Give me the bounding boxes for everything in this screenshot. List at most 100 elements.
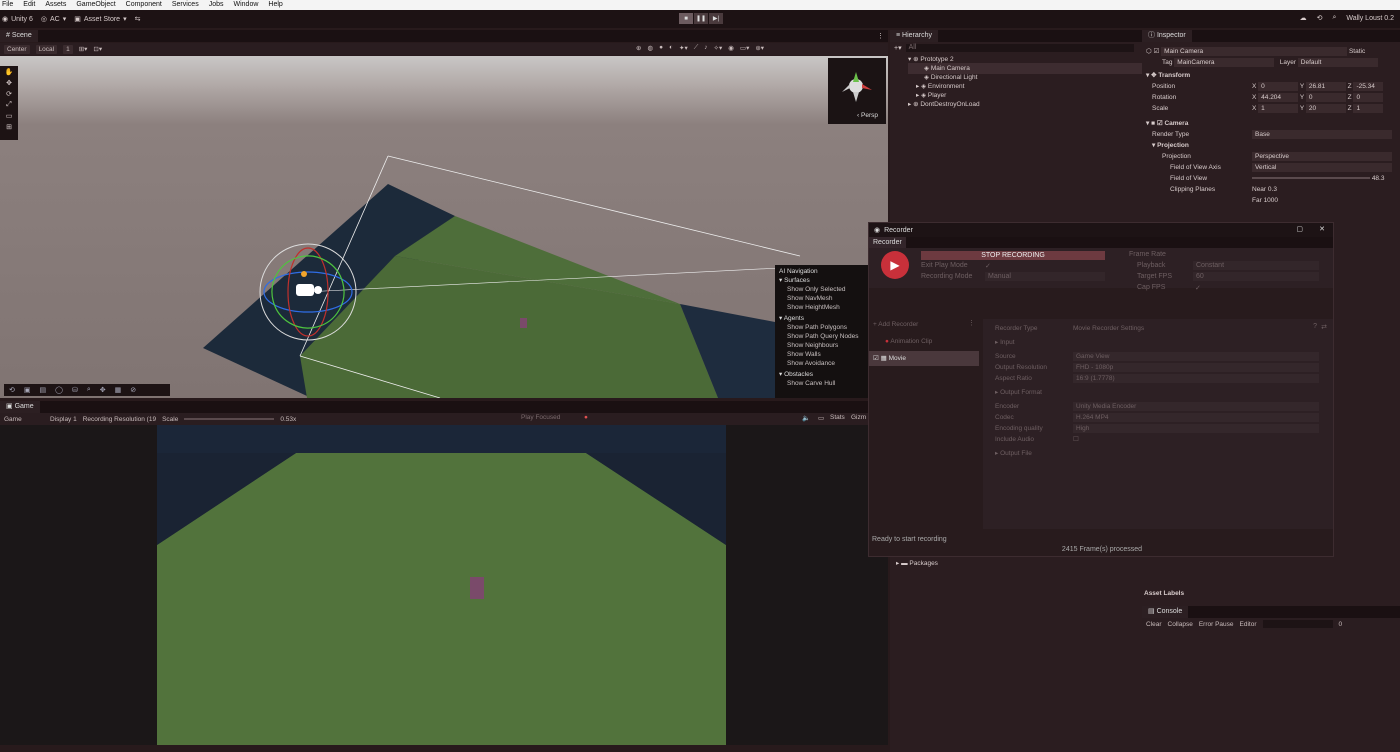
mute-audio-icon[interactable]: 🔈 [802, 414, 810, 422]
rect-tool-icon[interactable]: ▭ [6, 112, 13, 120]
nav-icon-2[interactable]: ▣ [24, 386, 31, 394]
menu-window[interactable]: Window [234, 0, 259, 10]
stats-button[interactable]: Stats [830, 414, 845, 421]
effects-icon[interactable]: ✦▾ [679, 44, 688, 52]
space-dropdown[interactable]: Local [35, 44, 58, 54]
camera-enabled-checkbox[interactable]: ☑ [1157, 120, 1163, 127]
close-icon[interactable]: ✕ [1319, 225, 1325, 233]
rotate-tool-icon[interactable]: ⟳ [6, 90, 12, 98]
hierarchy-search-input[interactable]: All [905, 44, 1134, 52]
nav-icon-5[interactable]: ⛁ [72, 386, 78, 394]
menu-jobs[interactable]: Jobs [209, 0, 224, 10]
ac-button[interactable]: ◎ AC ▾ [41, 15, 66, 24]
clear-button[interactable]: Clear [1146, 621, 1162, 628]
tab-hierarchy[interactable]: ≡ Hierarchy [890, 30, 938, 42]
menu-gameobject[interactable]: GameObject [76, 0, 115, 10]
rotation-y-field[interactable]: 0 [1305, 93, 1346, 102]
recorder-item-movie[interactable]: ☑ ▦ Movie [869, 351, 979, 366]
tag-dropdown[interactable]: MainCamera [1174, 58, 1275, 67]
resolution-dropdown[interactable]: Recording Resolution (19 [83, 416, 156, 423]
shading-icon[interactable]: ● [659, 44, 663, 52]
stop-recording-button[interactable]: STOP RECORDING [921, 251, 1105, 260]
menu-help[interactable]: Help [268, 0, 282, 10]
encoder-dropdown[interactable]: Unity Media Encoder [1073, 402, 1319, 411]
position-x-field[interactable]: 0 [1258, 82, 1299, 91]
more-options-icon[interactable]: ⋮ [877, 32, 884, 40]
transform-header[interactable]: ▾ ✥ Transform [1146, 70, 1396, 81]
add-icon[interactable]: +▾ [894, 44, 902, 52]
audio-icon[interactable]: ♪ [704, 44, 707, 52]
menu-services[interactable]: Services [172, 0, 199, 10]
nav-icon-8[interactable]: ▦ [115, 386, 122, 394]
stop-button[interactable]: ■ [679, 13, 693, 24]
movie-enabled-checkbox[interactable]: ☑ [873, 355, 879, 362]
version-control-icon[interactable]: ⇆ [135, 15, 141, 23]
2d-toggle-icon[interactable]: ⟋ [694, 44, 699, 52]
projection-section[interactable]: ▾ Projection [1146, 140, 1396, 151]
fov-slider[interactable] [1252, 177, 1370, 180]
codec-dropdown[interactable]: H.264 MP4 [1073, 413, 1319, 422]
output-resolution-dropdown[interactable]: FHD - 1080p [1073, 363, 1319, 372]
editor-dropdown[interactable]: Editor [1240, 621, 1257, 628]
pause-button[interactable]: ❚❚ [694, 13, 708, 24]
fov-axis-dropdown[interactable]: Vertical [1252, 163, 1392, 172]
nav-icon-9[interactable]: ⊘ [130, 386, 136, 394]
gizmos-icon[interactable]: ⊛▾ [755, 44, 764, 52]
source-dropdown[interactable]: Game View [1073, 352, 1319, 361]
encoding-quality-dropdown[interactable]: High [1073, 424, 1319, 433]
layer-dropdown[interactable]: Default [1297, 58, 1378, 67]
position-z-field[interactable]: -25.34 [1353, 82, 1384, 91]
move-tool-icon[interactable]: ✥ [6, 79, 12, 87]
help-icon[interactable]: ? [1313, 323, 1317, 330]
scene-view[interactable]: ‹ Persp ✋ ✥ ⟳ ⤢ ▭ ⊞ ⟲ ▣ ▤ ◯ ⛁ ⌕ ✥ ▦ ⊘ AI Navigat… [0, 56, 888, 398]
scale-y-field[interactable]: 20 [1305, 104, 1346, 113]
settings-icon[interactable]: ⇄ [1321, 323, 1327, 331]
target-fps-dropdown[interactable]: 60 [1193, 272, 1319, 281]
asset-labels-header[interactable]: Asset Labels [1144, 588, 1184, 599]
nav-icon-1[interactable]: ⟲ [9, 386, 15, 394]
nav-icon-6[interactable]: ⌕ [87, 386, 91, 394]
message-count[interactable]: 0 [1339, 621, 1343, 628]
error-pause-button[interactable]: Error Pause [1199, 621, 1234, 628]
camera-settings-icon[interactable]: ▭▾ [740, 44, 749, 52]
menu-assets[interactable]: Assets [45, 0, 66, 10]
tab-game[interactable]: ▣ Game [0, 401, 40, 413]
camera-header[interactable]: ▾ ■ ☑ Camera [1146, 118, 1396, 129]
scale-x-field[interactable]: 1 [1258, 104, 1299, 113]
maximize-icon[interactable]: ▢ [1296, 225, 1303, 233]
globe-icon[interactable]: ◍ [647, 44, 653, 52]
step-button[interactable]: ▶| [709, 13, 723, 24]
draw-mode-icon[interactable]: ◐ [669, 44, 673, 52]
menu-edit[interactable]: Edit [23, 0, 35, 10]
far-field[interactable]: 1000 [1264, 197, 1278, 204]
tab-console[interactable]: ▤ Console [1142, 606, 1189, 618]
nav-icon-4[interactable]: ◯ [55, 386, 63, 394]
hidden-objects-icon[interactable]: ◉ [728, 44, 734, 52]
menu-file[interactable]: File [2, 0, 13, 10]
orientation-gizmo[interactable]: ‹ Persp [828, 58, 886, 124]
rotation-z-field[interactable]: 0 [1353, 93, 1384, 102]
collapse-button[interactable]: Collapse [1168, 621, 1193, 628]
tab-scene[interactable]: # Scene [0, 30, 38, 42]
static-checkbox[interactable]: Static [1349, 48, 1365, 55]
gizmos-button[interactable]: Gizm [851, 414, 866, 421]
snap-icon[interactable]: ⊡▾ [93, 45, 102, 53]
fov-value[interactable]: 48.3 [1372, 175, 1385, 182]
near-field[interactable]: 0.3 [1268, 186, 1277, 193]
output-file-section[interactable]: ▸ Output File [995, 448, 1321, 459]
tab-recorder[interactable]: Recorder [869, 237, 906, 248]
position-y-field[interactable]: 26.81 [1305, 82, 1346, 91]
unity-account-button[interactable]: ◉ Unity 6 [2, 15, 33, 24]
scale-z-field[interactable]: 1 [1353, 104, 1384, 113]
tab-inspector[interactable]: ⓘ Inspector [1142, 30, 1192, 42]
scale-tool-icon[interactable]: ⤢ [6, 101, 12, 109]
recorder-item-animation-clip[interactable]: ● Animation Clip [869, 336, 979, 347]
asset-store-button[interactable]: ▣ Asset Store ▾ [74, 15, 126, 24]
recorder-list-menu-icon[interactable]: ⋮ [968, 319, 975, 327]
render-type-dropdown[interactable]: Base [1252, 130, 1392, 139]
grid-icon[interactable]: ⊞▾ [79, 45, 88, 53]
fx-icon[interactable]: ✧▾ [714, 44, 723, 52]
object-name-field[interactable]: Main Camera [1161, 47, 1348, 56]
stop-recording-icon[interactable]: ▶ [881, 251, 909, 279]
grid-snap-field[interactable]: 1 [63, 44, 73, 54]
